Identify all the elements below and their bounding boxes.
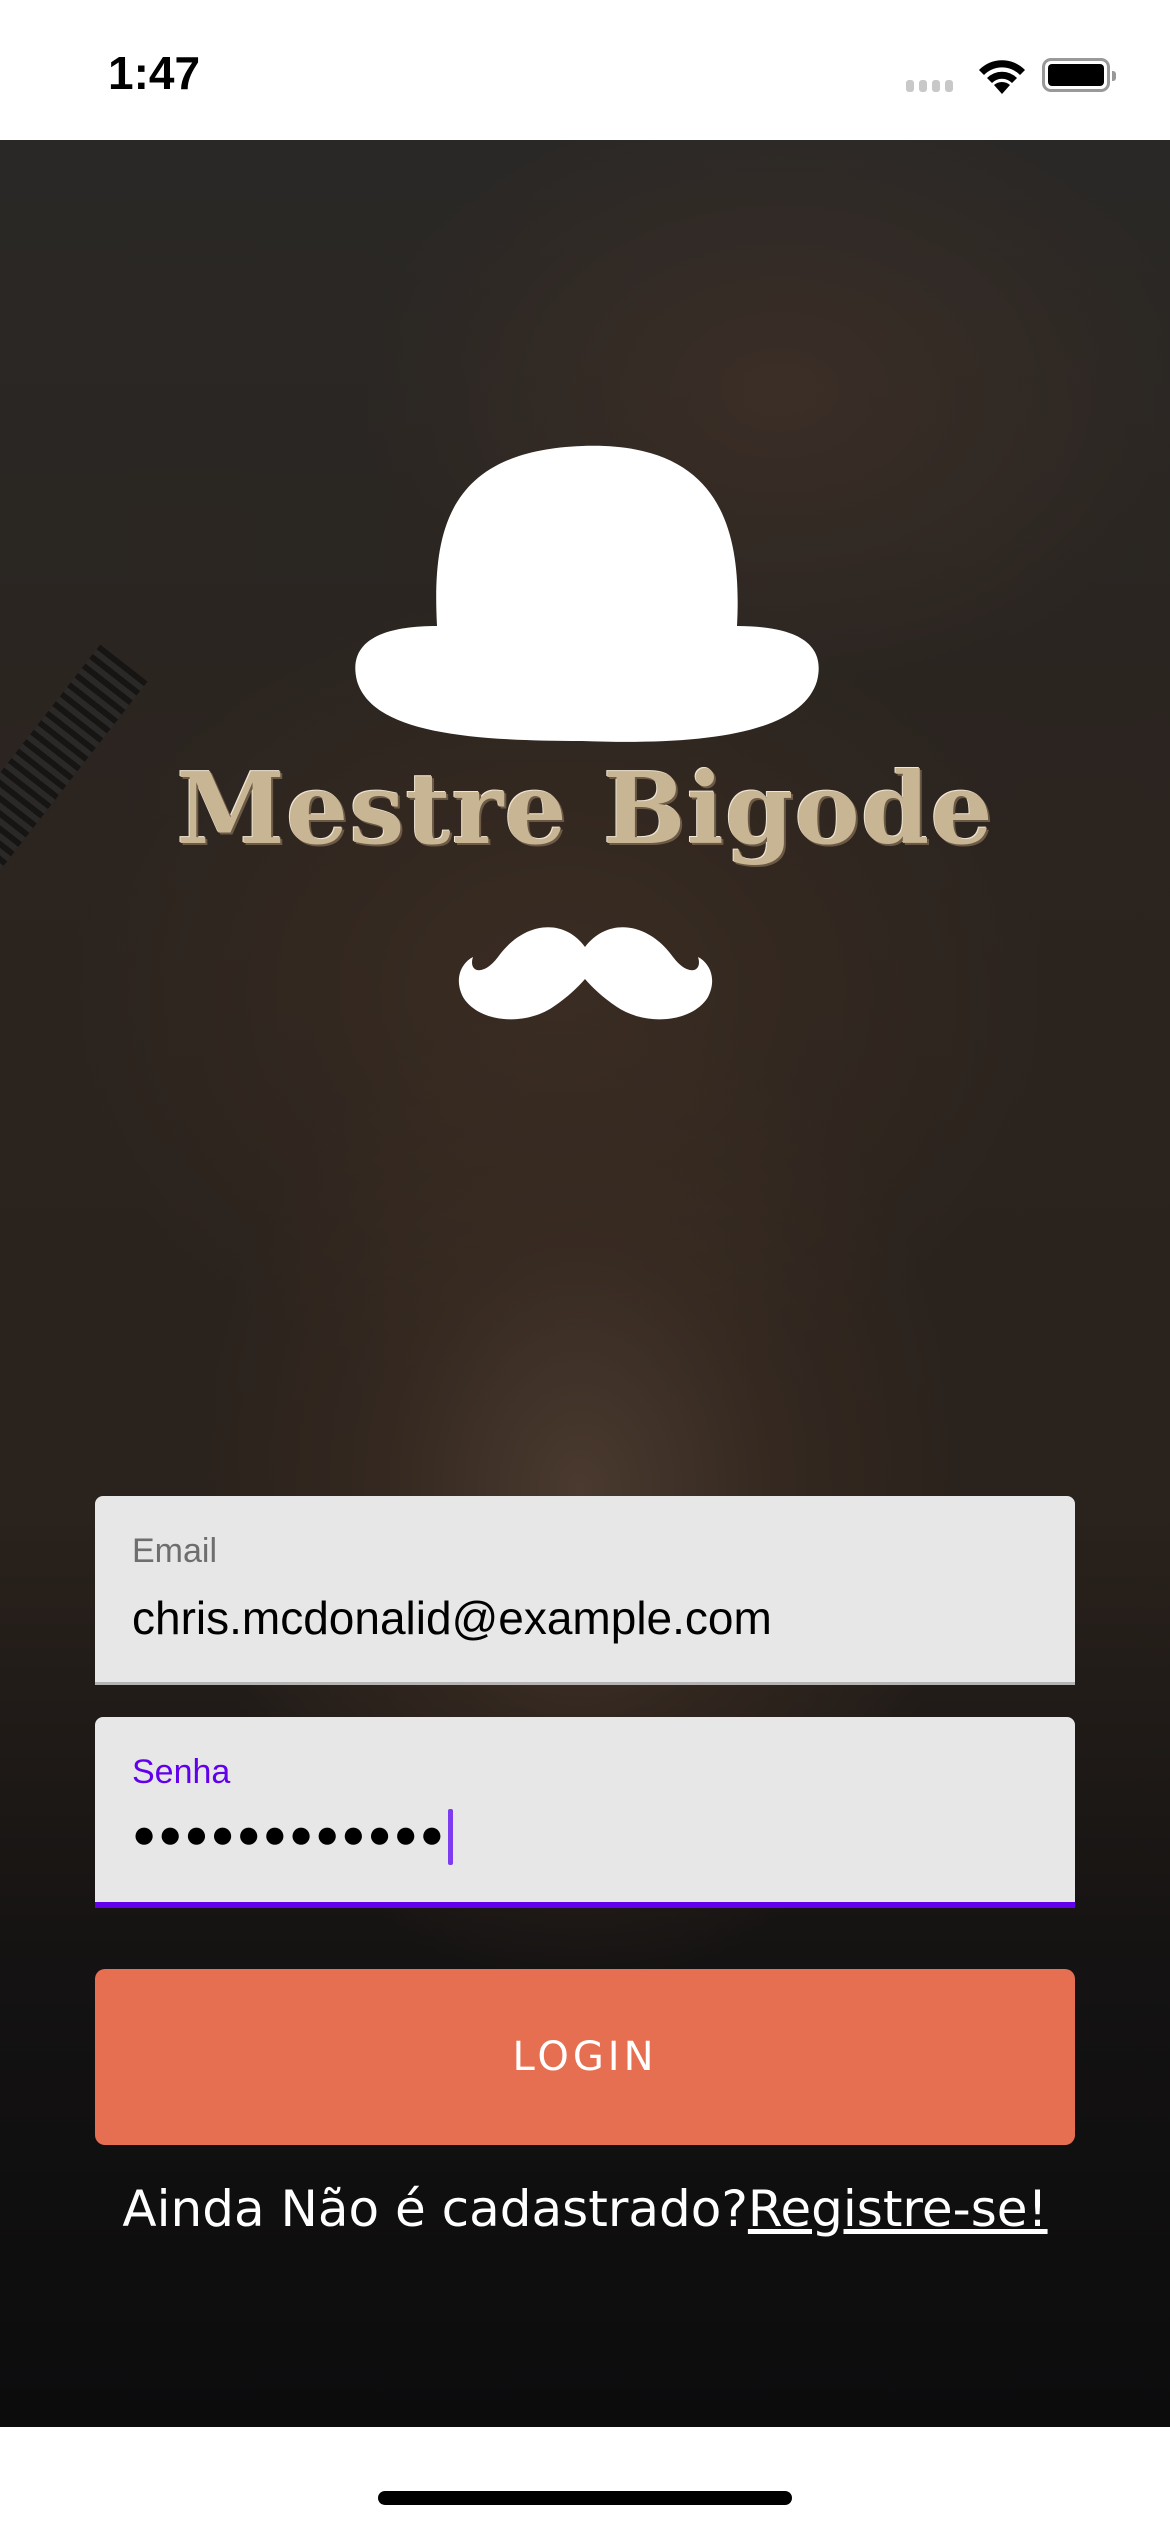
battery-icon (1042, 58, 1116, 92)
register-link[interactable]: Registre-se! (748, 2180, 1048, 2238)
mustache-icon (458, 927, 713, 1020)
password-value: ●●●●●●●●●●●● (132, 1812, 446, 1857)
password-label: Senha (132, 1753, 231, 1791)
bowler-hat-icon (355, 445, 819, 742)
register-row: Ainda Não é cadastrado?Registre-se! (0, 2180, 1170, 2238)
email-field[interactable]: Email chris.mcdonalid@example.com (95, 1496, 1075, 1685)
app-logo-title: Mestre Bigode (176, 752, 994, 867)
wifi-icon (979, 60, 1025, 94)
password-input[interactable]: ●●●●●●●●●●●● (132, 1809, 453, 1865)
email-input[interactable]: chris.mcdonalid@example.com (132, 1591, 772, 1645)
register-prompt: Ainda Não é cadastrado? (122, 2180, 748, 2238)
email-label: Email (132, 1532, 218, 1570)
login-button[interactable]: LOGIN (95, 1969, 1075, 2145)
home-indicator[interactable] (378, 2491, 792, 2505)
text-caret (447, 1809, 453, 1865)
status-bar: 1:47 (0, 0, 1170, 140)
password-field[interactable]: Senha ●●●●●●●●●●●● (95, 1717, 1075, 1908)
cellular-signal-icon (906, 80, 953, 92)
status-time: 1:47 (108, 47, 201, 99)
